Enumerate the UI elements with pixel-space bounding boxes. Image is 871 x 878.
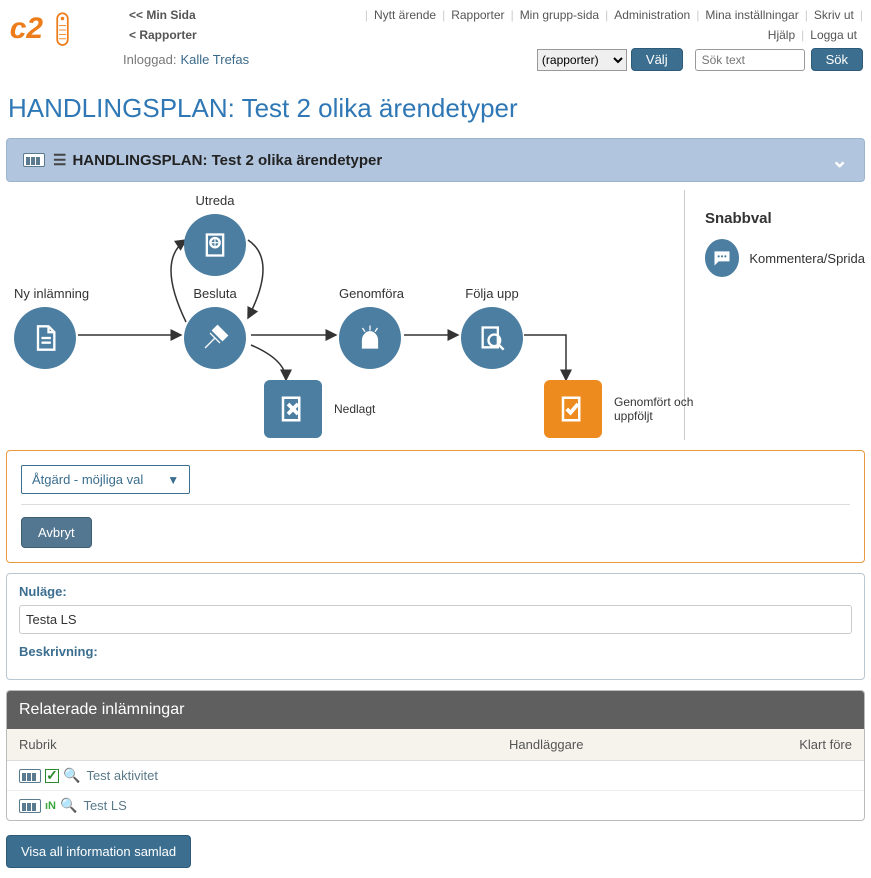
node-ny-inlamning[interactable] bbox=[14, 307, 76, 369]
col-klart: Klart före bbox=[782, 737, 852, 752]
check-icon: ✓ bbox=[45, 769, 59, 783]
snabbval-title: Snabbval bbox=[705, 210, 865, 227]
in-progress-icon: ıN bbox=[45, 800, 56, 812]
node-utreda[interactable] bbox=[184, 214, 246, 276]
node-label-genomfort: Genomfört och uppföljt bbox=[614, 395, 704, 423]
node-genomfort[interactable] bbox=[544, 380, 602, 438]
col-handlaggare: Handläggare bbox=[509, 737, 782, 752]
login-label: Inloggad: bbox=[123, 52, 177, 67]
nav-back-rapporter[interactable]: < Rapporter bbox=[123, 28, 203, 42]
node-label-ny: Ny inlämning bbox=[14, 286, 89, 301]
rapporter-select[interactable]: (rapporter) bbox=[537, 49, 627, 71]
chevron-down-icon: ⌄ bbox=[831, 148, 848, 173]
search-input[interactable] bbox=[695, 49, 805, 71]
info-panel: Nuläge: Beskrivning: bbox=[6, 573, 865, 680]
comment-icon bbox=[705, 239, 739, 277]
action-dropdown[interactable]: Åtgärd - möjliga val ▼ bbox=[21, 465, 190, 494]
node-label-folja: Följa upp bbox=[461, 286, 523, 301]
nulage-input[interactable] bbox=[19, 605, 852, 634]
app-logo: c2 bbox=[8, 8, 73, 52]
page-title: HANDLINGSPLAN: Test 2 olika ärendetyper bbox=[0, 75, 871, 138]
list-icon: ☰ bbox=[53, 151, 66, 169]
node-genomfora[interactable] bbox=[339, 307, 401, 369]
nav-help[interactable]: Hjälp bbox=[762, 28, 801, 42]
visa-all-button[interactable]: Visa all information samlad bbox=[6, 835, 191, 868]
nav-min-sida[interactable]: << Min Sida bbox=[123, 8, 202, 22]
snabbval-kommentera[interactable]: Kommentera/Sprida bbox=[705, 239, 865, 277]
node-label-utreda: Utreda bbox=[184, 193, 246, 208]
project-icon bbox=[19, 799, 41, 813]
row-title[interactable]: Test aktivitet bbox=[86, 768, 158, 783]
workflow-diagram: Ny inlämning Utreda Besluta Genomföra Fö bbox=[6, 190, 685, 440]
related-panel: Relaterade inlämningar Rubrik Handläggar… bbox=[6, 690, 865, 821]
table-row[interactable]: ✓ 🔍 Test aktivitet bbox=[7, 761, 864, 791]
panel-header[interactable]: ☰ HANDLINGSPLAN: Test 2 olika ärendetype… bbox=[6, 138, 865, 182]
chevron-down-icon: ▼ bbox=[167, 473, 179, 487]
table-row[interactable]: ıN 🔍 Test LS bbox=[7, 791, 864, 820]
magnify-icon: 🔍 bbox=[60, 797, 77, 814]
row-title[interactable]: Test LS bbox=[83, 798, 126, 813]
beskrivning-label: Beskrivning: bbox=[19, 644, 852, 659]
nav-mina-installningar[interactable]: Mina inställningar bbox=[699, 8, 804, 22]
col-rubrik: Rubrik bbox=[19, 737, 509, 752]
snabbval-label: Kommentera/Sprida bbox=[749, 251, 865, 266]
related-header: Relaterade inlämningar bbox=[7, 691, 864, 729]
node-besluta[interactable] bbox=[184, 307, 246, 369]
nav-min-grupp-sida[interactable]: Min grupp-sida bbox=[514, 8, 605, 22]
nav-logout[interactable]: Logga ut bbox=[804, 28, 863, 42]
avbryt-button[interactable]: Avbryt bbox=[21, 517, 92, 548]
project-icon bbox=[19, 769, 41, 783]
sok-button[interactable]: Sök bbox=[811, 48, 863, 71]
nav-rapporter[interactable]: Rapporter bbox=[445, 8, 510, 22]
project-icon bbox=[23, 153, 45, 167]
svg-text:c2: c2 bbox=[10, 12, 44, 45]
valj-button[interactable]: Välj bbox=[631, 48, 683, 71]
nav-nytt-arende[interactable]: Nytt ärende bbox=[368, 8, 442, 22]
login-user[interactable]: Kalle Trefas bbox=[177, 52, 250, 67]
node-label-genomfora: Genomföra bbox=[339, 286, 404, 301]
action-panel: Åtgärd - möjliga val ▼ Avbryt bbox=[6, 450, 865, 563]
node-label-nedlagt: Nedlagt bbox=[334, 402, 424, 416]
nav-administration[interactable]: Administration bbox=[608, 8, 696, 22]
node-nedlagt[interactable] bbox=[264, 380, 322, 438]
magnify-icon: 🔍 bbox=[63, 767, 80, 784]
nav-skriv-ut[interactable]: Skriv ut bbox=[808, 8, 860, 22]
panel-title: HANDLINGSPLAN: Test 2 olika ärendetyper bbox=[72, 152, 382, 169]
node-label-besluta: Besluta bbox=[184, 286, 246, 301]
node-folja-upp[interactable] bbox=[461, 307, 523, 369]
nulage-label: Nuläge: bbox=[19, 584, 852, 599]
